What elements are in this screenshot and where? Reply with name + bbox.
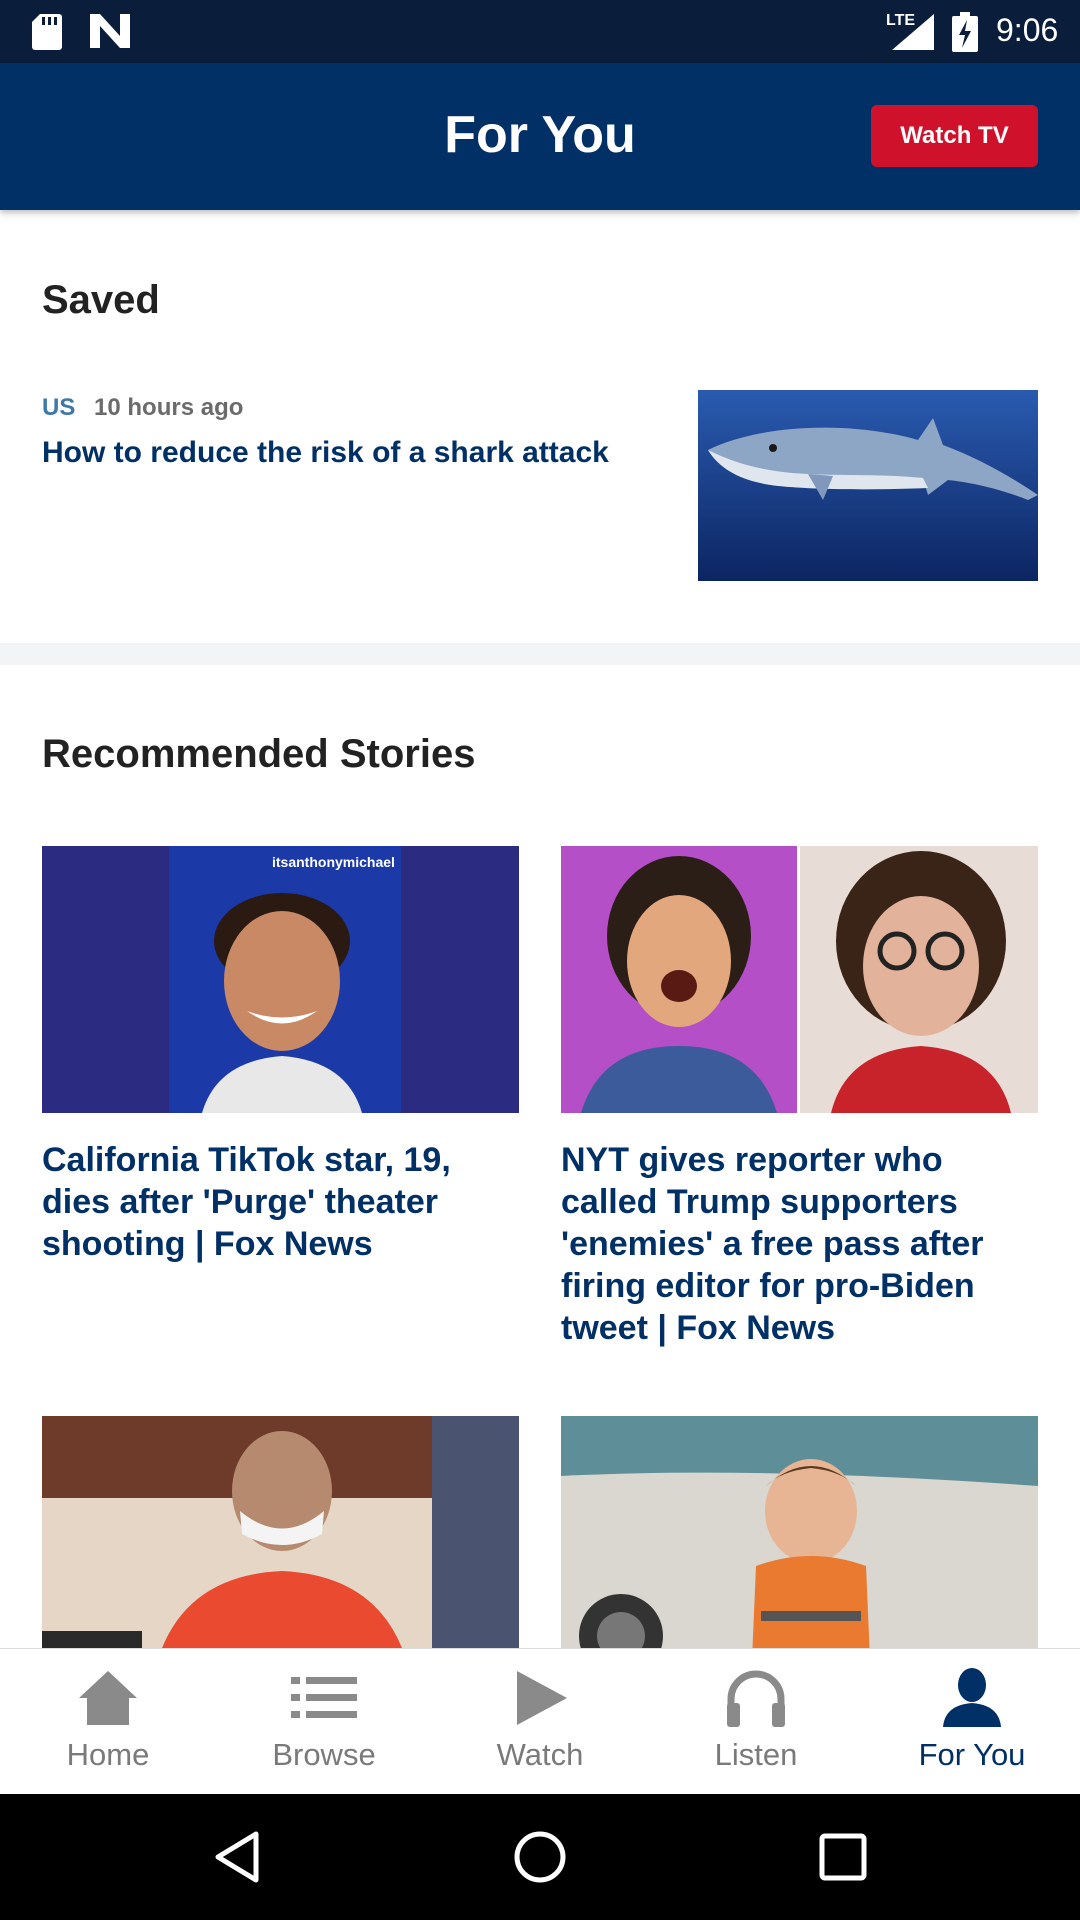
list-icon [291, 1677, 357, 1718]
battery-charging-icon [952, 12, 978, 52]
person-icon [943, 1668, 1001, 1727]
app-header: For You Watch TV [0, 63, 1080, 210]
nav-label: Watch [496, 1737, 584, 1772]
article-category: US [42, 394, 76, 421]
system-nav-bar [0, 1794, 1080, 1920]
play-icon [517, 1671, 567, 1725]
status-bar: LTE 9:06 [0, 0, 1080, 63]
recommended-section-title: Recommended Stories [42, 732, 476, 776]
bottom-nav: Home Browse Watch Listen For You [0, 1648, 1080, 1794]
young-man-portrait[interactable]: itsanthonymichael [42, 846, 519, 1113]
recents-icon[interactable] [810, 1824, 876, 1890]
signal-icon [892, 14, 934, 50]
headphones-icon [727, 1670, 785, 1727]
courtroom-defendant[interactable] [42, 1416, 519, 1648]
nav-label: For You [918, 1737, 1026, 1772]
two-women-portraits[interactable] [561, 846, 1038, 1113]
story-headline[interactable]: NYT gives reporter who called Trump supp… [561, 1139, 1038, 1349]
back-icon[interactable] [204, 1824, 270, 1890]
content-scroll[interactable]: Saved US 10 hours ago How to reduce the … [0, 210, 1080, 1648]
story-card[interactable] [42, 1416, 519, 1648]
nav-item-listen[interactable]: Listen [648, 1649, 864, 1795]
story-headline[interactable]: California TikTok star, 19, dies after '… [42, 1139, 519, 1265]
nav-label: Browse [272, 1737, 376, 1772]
child-on-boat[interactable] [561, 1416, 1038, 1648]
home-circle-icon[interactable] [507, 1824, 573, 1890]
nav-item-watch[interactable]: Watch [432, 1649, 648, 1795]
nav-label: Listen [714, 1737, 798, 1772]
story-card[interactable]: NYT gives reporter who called Trump supp… [561, 846, 1038, 1349]
image-caption: itsanthonymichael [272, 854, 395, 870]
article-meta: US 10 hours ago [42, 394, 243, 422]
n-app-icon [90, 14, 130, 48]
story-card[interactable]: itsanthonymichael California TikTok star… [42, 846, 519, 1265]
home-icon [79, 1671, 137, 1725]
story-card[interactable] [561, 1416, 1038, 1648]
section-divider [0, 643, 1080, 665]
watch-tv-button[interactable]: Watch TV [871, 105, 1038, 167]
shark-photo[interactable] [698, 390, 1038, 581]
article-time: 10 hours ago [94, 394, 244, 421]
sd-card-icon [32, 14, 62, 50]
clock: 9:06 [996, 12, 1059, 48]
nav-label: Home [66, 1737, 150, 1772]
saved-section-title: Saved [42, 278, 160, 322]
nav-item-for-you[interactable]: For You [864, 1649, 1080, 1795]
article-headline[interactable]: How to reduce the risk of a shark attack [42, 436, 642, 470]
nav-item-browse[interactable]: Browse [216, 1649, 432, 1795]
nav-item-home[interactable]: Home [0, 1649, 216, 1795]
